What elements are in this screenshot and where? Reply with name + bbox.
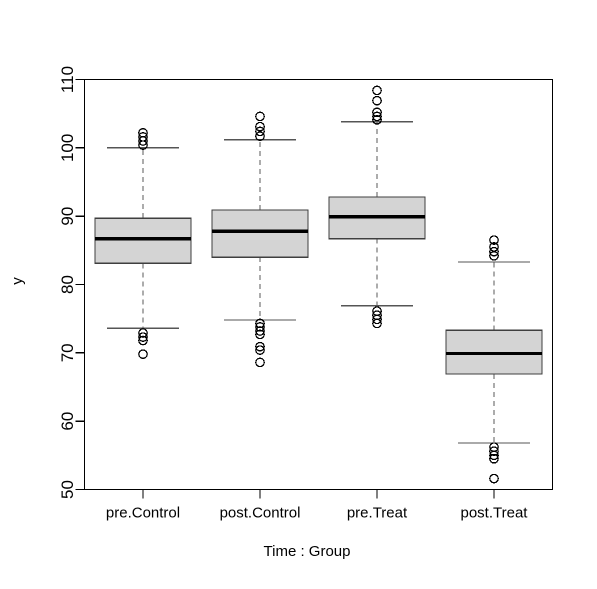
outlier-point bbox=[372, 85, 382, 96]
outlier-point bbox=[255, 357, 265, 368]
plot-frame bbox=[83, 78, 554, 491]
boxplot-figure: 50 60 70 80 90 100 110 pre.Control post.Control… bbox=[0, 0, 597, 589]
y-tick-label: 70 bbox=[58, 343, 77, 362]
boxplot-pre-treat bbox=[328, 85, 426, 329]
x-tick-label-post-control: post.Control bbox=[220, 505, 301, 522]
iqr-box bbox=[211, 209, 309, 258]
box-layer bbox=[94, 85, 543, 484]
outlier-point bbox=[255, 111, 265, 122]
boxplot-canvas: 50 60 70 80 90 100 110 pre.Control post.Control… bbox=[9, 66, 554, 560]
outlier-point bbox=[138, 349, 148, 360]
x-tick-label-pre-control: pre.Control bbox=[106, 505, 180, 522]
y-tick-label: 50 bbox=[58, 480, 77, 499]
boxplot-pre-control bbox=[94, 127, 192, 360]
x-tick-label-post-treat: post.Treat bbox=[461, 505, 529, 522]
outlier-point bbox=[372, 95, 382, 106]
y-tick-label: 110 bbox=[58, 66, 77, 93]
x-tick-label-pre-treat: pre.Treat bbox=[347, 505, 408, 522]
y-tick-label: 100 bbox=[58, 134, 77, 162]
boxplot-post-treat bbox=[445, 235, 543, 484]
iqr-box bbox=[94, 217, 192, 265]
y-tick-label: 80 bbox=[58, 275, 77, 294]
x-axis: pre.Control post.Control pre.Treat post.Tre… bbox=[106, 489, 529, 522]
y-tick-label: 60 bbox=[58, 412, 77, 431]
y-axis: 50 60 70 80 90 100 110 bbox=[58, 66, 85, 499]
boxplot-post-control bbox=[211, 111, 309, 368]
x-axis-title: Time : Group bbox=[264, 543, 351, 560]
outlier-point bbox=[489, 473, 499, 484]
y-tick-label: 90 bbox=[58, 207, 77, 226]
y-axis-title: y bbox=[9, 277, 26, 285]
